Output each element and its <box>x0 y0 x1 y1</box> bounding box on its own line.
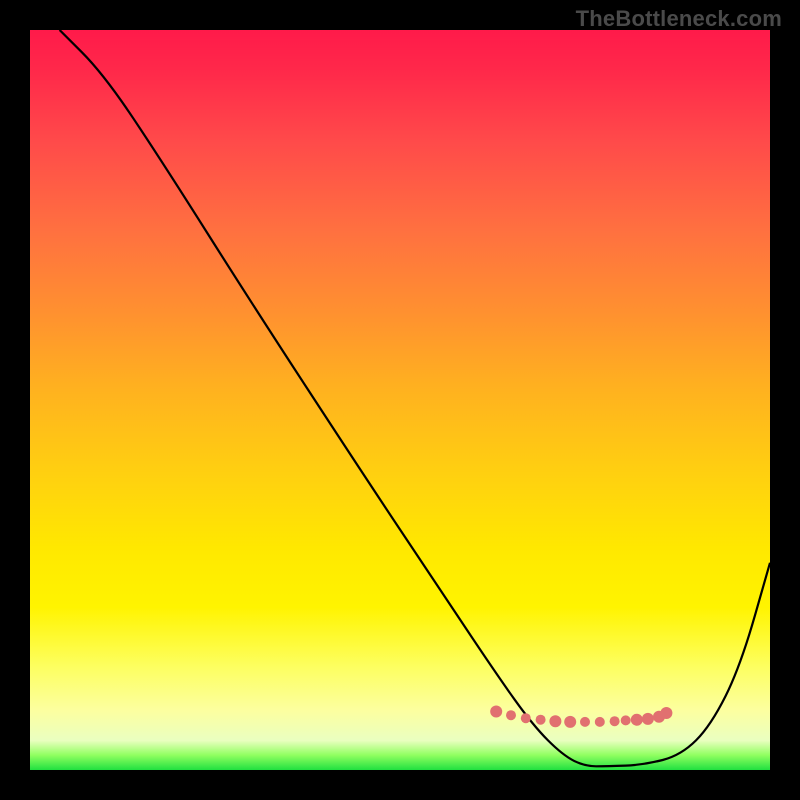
marker-dot <box>595 717 605 727</box>
marker-dot <box>536 715 546 725</box>
marker-dot <box>660 707 672 719</box>
watermark-text: TheBottleneck.com <box>576 6 782 32</box>
marker-dot <box>490 706 502 718</box>
chart-container: TheBottleneck.com <box>0 0 800 800</box>
marker-dot <box>564 716 576 728</box>
marker-dot <box>621 715 631 725</box>
marker-dot <box>521 713 531 723</box>
marker-dot <box>642 713 654 725</box>
marker-dot <box>610 716 620 726</box>
marker-dot <box>549 715 561 727</box>
marker-dot <box>580 717 590 727</box>
plot-area <box>30 30 770 770</box>
marker-dot <box>506 710 516 720</box>
chart-svg <box>30 30 770 770</box>
marker-dot <box>631 714 643 726</box>
bottleneck-curve <box>60 30 770 766</box>
highlighted-range-markers <box>490 706 672 728</box>
